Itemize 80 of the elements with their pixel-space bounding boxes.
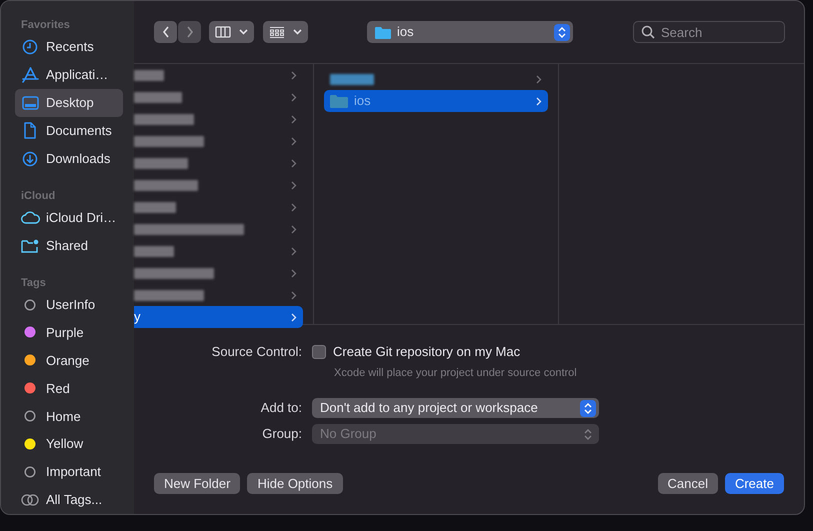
tags-icon bbox=[21, 494, 39, 506]
chevron-icon bbox=[162, 26, 170, 38]
stepper-icon bbox=[584, 428, 592, 440]
folder-icon bbox=[330, 94, 348, 108]
stepper-icon bbox=[584, 402, 592, 414]
field-label: Group: bbox=[261, 425, 303, 444]
sidebar-item[interactable]: Applicati… bbox=[15, 60, 123, 89]
tag-dot-icon bbox=[23, 465, 37, 480]
view-mode-button[interactable] bbox=[209, 21, 254, 43]
popup-menu[interactable]: Don't add to any project or workspace bbox=[312, 398, 599, 418]
clock-icon bbox=[22, 38, 38, 55]
sidebar-item[interactable]: Home bbox=[15, 402, 123, 430]
grid-icon bbox=[269, 26, 285, 38]
dialog-button[interactable]: Cancel bbox=[658, 473, 718, 494]
chevron-icon bbox=[291, 290, 297, 300]
dialog-button[interactable]: Hide Options bbox=[247, 473, 343, 494]
chevron-icon bbox=[291, 202, 297, 212]
chevron-icon bbox=[536, 96, 542, 106]
back-button[interactable] bbox=[154, 21, 177, 43]
blurred-name-drawing bbox=[330, 74, 374, 84]
blurred-name-drawing bbox=[134, 180, 198, 190]
sidebar-item[interactable]: All Tags... bbox=[15, 486, 123, 514]
columns-icon bbox=[215, 26, 231, 38]
chevron-icon bbox=[291, 158, 297, 168]
chevron-icon bbox=[291, 180, 297, 190]
hint-text: Xcode will place your project under source control bbox=[334, 366, 578, 380]
blurred-name-drawing bbox=[134, 92, 182, 102]
download-icon bbox=[22, 150, 38, 167]
sidebar-item[interactable]: UserInfo bbox=[15, 290, 123, 318]
tag-dot-icon bbox=[23, 409, 37, 424]
section-heading: Tags bbox=[20, 276, 47, 291]
document-icon bbox=[23, 122, 37, 140]
sidebar-item[interactable]: Documents bbox=[15, 116, 123, 145]
section-heading: iCloud bbox=[20, 188, 56, 204]
chevron-icon bbox=[291, 224, 297, 234]
stepper-icon bbox=[558, 26, 566, 38]
sidebar-item[interactable]: Desktop bbox=[15, 88, 123, 117]
caret-icon bbox=[239, 29, 248, 35]
chevron-icon bbox=[536, 74, 542, 84]
chevron-icon bbox=[291, 246, 297, 256]
git-checkbox[interactable]: Create Git repository on my Mac bbox=[312, 342, 520, 362]
blurred-name-drawing bbox=[134, 202, 176, 212]
chevron-icon bbox=[291, 114, 297, 124]
blurred-name-drawing bbox=[134, 158, 188, 168]
blurred-name-drawing bbox=[134, 136, 204, 146]
sidebar-item[interactable]: Important bbox=[15, 458, 123, 486]
sidebar-item[interactable]: Orange bbox=[15, 346, 123, 374]
sidebar-item[interactable]: Downloads bbox=[15, 144, 123, 173]
chevron-icon bbox=[186, 26, 194, 38]
field-label: Source Control: bbox=[210, 343, 303, 361]
blurred-name-drawing bbox=[134, 246, 174, 256]
search-field[interactable]: Search bbox=[633, 21, 785, 43]
chevron-icon bbox=[291, 268, 297, 278]
group-button[interactable] bbox=[263, 21, 308, 43]
blurred-name-drawing bbox=[134, 290, 204, 300]
tag-dot-icon bbox=[23, 298, 37, 312]
field-label: Add to: bbox=[260, 399, 303, 418]
folder-icon bbox=[375, 26, 391, 38]
sidebar-item[interactable]: Yellow bbox=[15, 430, 123, 458]
sidebar-item[interactable]: iCloud Dri… bbox=[15, 204, 123, 232]
app-store-icon bbox=[22, 66, 38, 83]
caret-icon bbox=[293, 29, 302, 35]
desktop-icon bbox=[22, 96, 38, 110]
dialog-button[interactable]: New Folder bbox=[154, 473, 240, 494]
chevron-icon bbox=[291, 70, 297, 80]
file-row[interactable]: y bbox=[134, 306, 303, 328]
chevron-icon bbox=[291, 136, 297, 146]
chevron-icon bbox=[291, 92, 297, 102]
dialog-button[interactable]: Create bbox=[724, 473, 784, 494]
cloud-icon bbox=[20, 211, 40, 224]
shared-folder-icon bbox=[21, 238, 39, 254]
sidebar-item[interactable]: Red bbox=[15, 374, 123, 402]
location-popup[interactable]: ios bbox=[367, 21, 573, 43]
sidebar-item[interactable]: Shared bbox=[15, 232, 123, 260]
sidebar-item[interactable]: Purple bbox=[15, 318, 123, 346]
blurred-name-drawing bbox=[134, 114, 194, 124]
blurred-name-drawing bbox=[134, 70, 164, 80]
chevron-icon bbox=[291, 312, 297, 322]
section-heading: Favorites bbox=[20, 18, 71, 33]
sidebar-item[interactable]: Recents bbox=[15, 33, 123, 61]
